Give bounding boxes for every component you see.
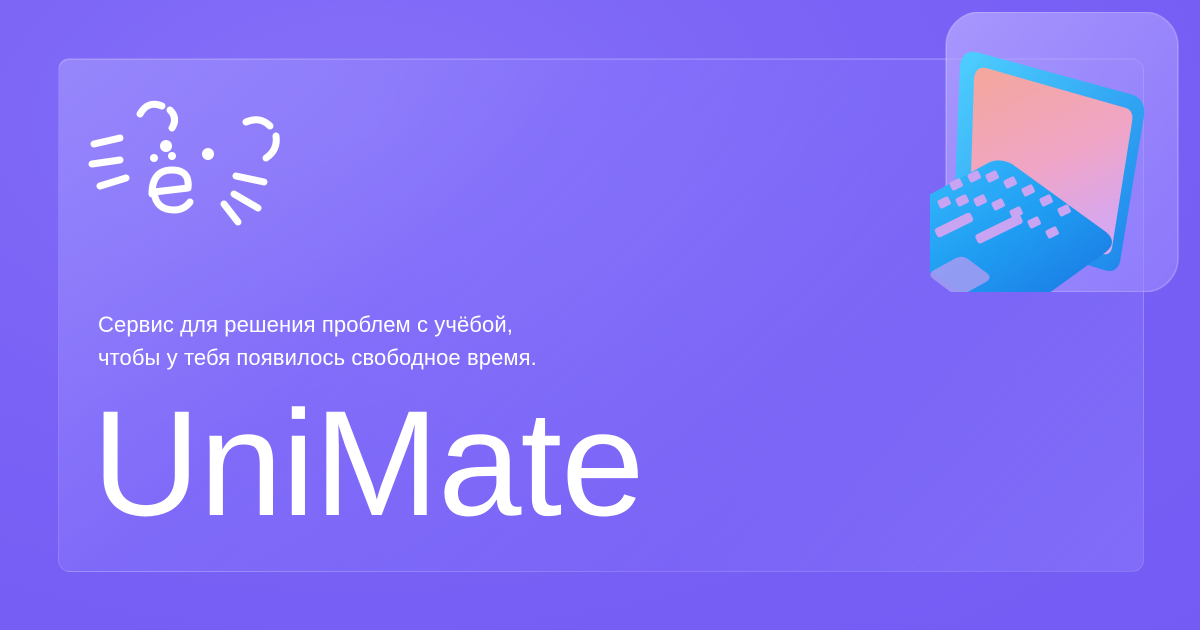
tagline-line-1: Сервис для решения проблем с учёбой, — [98, 312, 513, 337]
banner: Сервис для решения проблем с учёбой, что… — [0, 0, 1200, 630]
laptop-icon — [930, 12, 1179, 292]
brand-name: UniMate — [92, 379, 645, 547]
cat-face-e-logo — [88, 100, 280, 226]
tagline: Сервис для решения проблем с учёбой, что… — [98, 308, 718, 374]
tagline-line-2: чтобы у тебя появилось свободное время. — [98, 345, 537, 370]
